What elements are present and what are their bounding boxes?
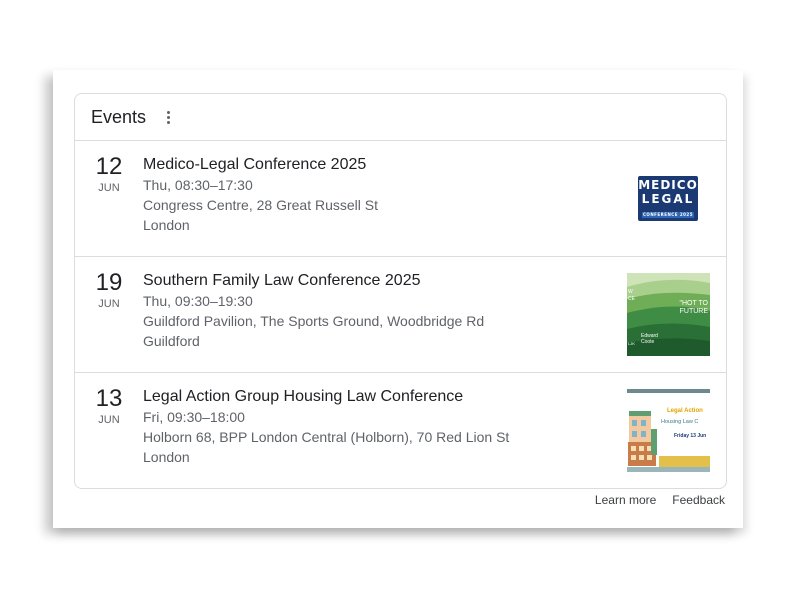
thumb-logo-text: Edward Coote	[641, 333, 658, 345]
events-card: Events 12 JUN Medico-Legal Conference 20…	[74, 93, 727, 489]
learn-more-link[interactable]: Learn more	[595, 493, 656, 507]
event-item-southern-family-law[interactable]: 19 JUN Southern Family Law Conference 20…	[75, 257, 726, 373]
event-city: London	[143, 449, 190, 465]
event-date: 12 JUN	[91, 153, 127, 194]
event-day: 13	[95, 385, 123, 412]
event-city: London	[143, 217, 190, 233]
event-date: 19 JUN	[91, 269, 127, 310]
event-venue: Congress Centre, 28 Great Russell St	[143, 197, 378, 213]
event-day: 19	[95, 269, 123, 296]
event-info: Medico-Legal Conference 2025 Thu, 08:30–…	[143, 155, 378, 235]
event-month: JUN	[98, 414, 120, 426]
feedback-link[interactable]: Feedback	[672, 493, 725, 507]
event-title[interactable]: Legal Action Group Housing Law Conferenc…	[143, 387, 509, 407]
thumb-text: "HOT TO FUTURE	[679, 300, 708, 315]
event-day: 12	[95, 153, 123, 180]
more-vert-icon[interactable]	[162, 107, 174, 127]
medico-legal-logo: MEDICO LEGAL CONFERENCE 2025	[638, 176, 698, 221]
housing-image	[627, 389, 710, 472]
thumb-title: Legal Action	[667, 408, 703, 414]
event-time: Thu, 09:30–19:30	[143, 293, 253, 309]
thumb-date: Friday 13 Jun	[674, 433, 707, 439]
event-info: Southern Family Law Conference 2025 Thu,…	[143, 271, 484, 351]
event-title[interactable]: Southern Family Law Conference 2025	[143, 271, 484, 291]
thumb-subtitle: Housing Law C	[661, 419, 699, 425]
event-item-legal-action-group[interactable]: 13 JUN Legal Action Group Housing Law Co…	[75, 373, 726, 488]
event-item-medico-legal[interactable]: 12 JUN Medico-Legal Conference 2025 Thu,…	[75, 141, 726, 257]
thumb-text: W CE	[628, 289, 635, 302]
event-time: Fri, 09:30–18:00	[143, 409, 245, 425]
event-venue: Guildford Pavilion, The Sports Ground, W…	[143, 313, 485, 329]
event-month: JUN	[98, 182, 120, 194]
event-time: Thu, 08:30–17:30	[143, 177, 253, 193]
event-thumbnail[interactable]: MEDICO LEGAL CONFERENCE 2025	[627, 157, 710, 240]
thumb-corner-text: LJK	[628, 341, 635, 346]
event-thumbnail[interactable]: Legal Action Housing Law C Friday 13 Jun	[627, 389, 710, 472]
events-header: Events	[75, 94, 726, 141]
events-title: Events	[91, 106, 147, 127]
event-title[interactable]: Medico-Legal Conference 2025	[143, 155, 378, 175]
card-footer: Learn more Feedback	[595, 493, 725, 507]
event-info: Legal Action Group Housing Law Conferenc…	[143, 387, 509, 467]
event-city: Guildford	[143, 333, 200, 349]
event-venue: Holborn 68, BPP London Central (Holborn)…	[143, 429, 510, 445]
event-thumbnail[interactable]: W CE "HOT TO FUTURE Edward Coote LJK	[627, 273, 710, 356]
event-date: 13 JUN	[91, 385, 127, 426]
event-month: JUN	[98, 298, 120, 310]
